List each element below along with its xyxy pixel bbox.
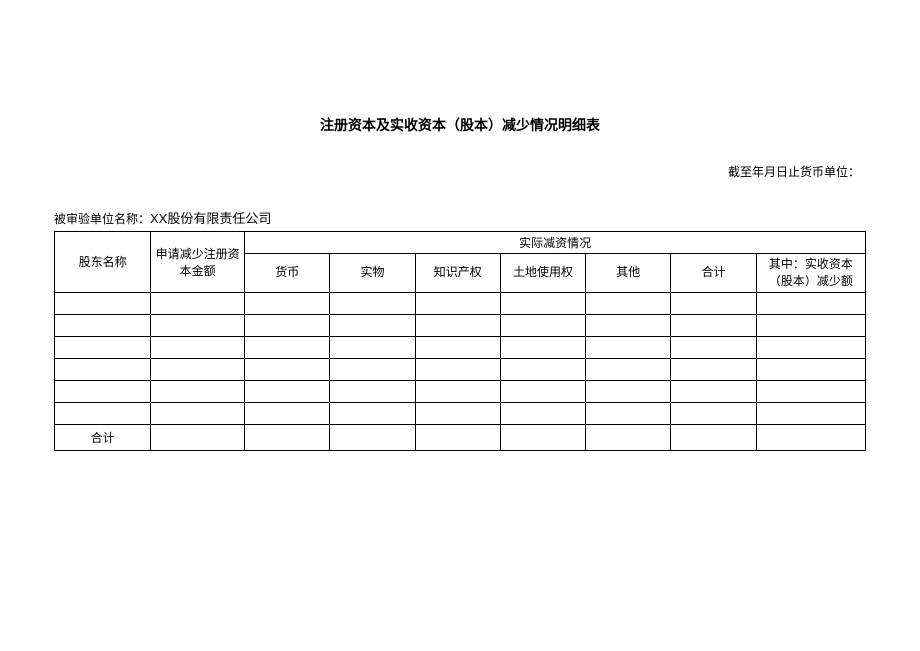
cell-name — [55, 292, 151, 314]
cell-other — [586, 358, 671, 380]
th-total: 合计 — [671, 254, 756, 293]
cell-ip — [415, 402, 500, 424]
cell-name — [55, 402, 151, 424]
table-row — [55, 292, 866, 314]
total-physical — [330, 424, 415, 450]
total-currency — [245, 424, 330, 450]
cell-currency — [245, 358, 330, 380]
cell-apply — [151, 292, 245, 314]
cell-name — [55, 336, 151, 358]
table-row — [55, 314, 866, 336]
cell-land — [500, 314, 585, 336]
cell-total — [671, 314, 756, 336]
cell-other — [586, 380, 671, 402]
cell-ip — [415, 358, 500, 380]
document-title: 注册资本及实收资本（股本）减少情况明细表 — [54, 115, 866, 135]
cell-paidin — [756, 402, 865, 424]
cell-ip — [415, 380, 500, 402]
cell-apply — [151, 402, 245, 424]
th-currency: 货币 — [245, 254, 330, 293]
cell-apply — [151, 380, 245, 402]
cell-name — [55, 358, 151, 380]
cell-apply — [151, 358, 245, 380]
th-actual: 实际减资情况 — [245, 232, 866, 254]
cell-total — [671, 402, 756, 424]
total-total — [671, 424, 756, 450]
th-ip: 知识产权 — [415, 254, 500, 293]
cell-ip — [415, 336, 500, 358]
th-land: 土地使用权 — [500, 254, 585, 293]
total-other — [586, 424, 671, 450]
th-paidin: 其中：实收资本（股本）减少额 — [756, 254, 865, 293]
cell-paidin — [756, 292, 865, 314]
cell-land — [500, 358, 585, 380]
cell-total — [671, 358, 756, 380]
cell-land — [500, 402, 585, 424]
table-total-row: 合计 — [55, 424, 866, 450]
cell-apply — [151, 336, 245, 358]
cell-other — [586, 292, 671, 314]
cell-physical — [330, 292, 415, 314]
cell-name — [55, 380, 151, 402]
total-paidin — [756, 424, 865, 450]
cell-physical — [330, 380, 415, 402]
cell-other — [586, 402, 671, 424]
table-row — [55, 358, 866, 380]
total-label: 合计 — [55, 424, 151, 450]
cell-paidin — [756, 358, 865, 380]
table-row — [55, 402, 866, 424]
cell-currency — [245, 292, 330, 314]
cell-other — [586, 314, 671, 336]
entity-label: 被审验单位名称： — [54, 212, 150, 226]
cell-land — [500, 292, 585, 314]
cell-currency — [245, 402, 330, 424]
cell-ip — [415, 314, 500, 336]
cell-physical — [330, 402, 415, 424]
entity-row: 被审验单位名称：XX股份有限责任公司 — [54, 208, 866, 227]
cell-physical — [330, 336, 415, 358]
cell-total — [671, 292, 756, 314]
cell-land — [500, 336, 585, 358]
total-apply — [151, 424, 245, 450]
cell-paidin — [756, 336, 865, 358]
subtitle-right: 截至年月日止货币单位： — [54, 163, 866, 180]
th-physical: 实物 — [330, 254, 415, 293]
cell-apply — [151, 314, 245, 336]
cell-name — [55, 314, 151, 336]
cell-total — [671, 380, 756, 402]
cell-ip — [415, 292, 500, 314]
table-row — [55, 380, 866, 402]
total-land — [500, 424, 585, 450]
cell-currency — [245, 336, 330, 358]
reduction-table: 股东名称 申请减少注册资本金额 实际减资情况 货币 实物 知识产权 土地使用权 … — [54, 231, 866, 451]
cell-currency — [245, 314, 330, 336]
total-ip — [415, 424, 500, 450]
cell-total — [671, 336, 756, 358]
cell-currency — [245, 380, 330, 402]
th-shareholder: 股东名称 — [55, 232, 151, 293]
cell-physical — [330, 358, 415, 380]
cell-paidin — [756, 380, 865, 402]
cell-land — [500, 380, 585, 402]
table-row — [55, 336, 866, 358]
cell-physical — [330, 314, 415, 336]
th-other: 其他 — [586, 254, 671, 293]
th-apply: 申请减少注册资本金额 — [151, 232, 245, 293]
entity-value: XX股份有限责任公司 — [150, 211, 271, 226]
cell-paidin — [756, 314, 865, 336]
cell-other — [586, 336, 671, 358]
